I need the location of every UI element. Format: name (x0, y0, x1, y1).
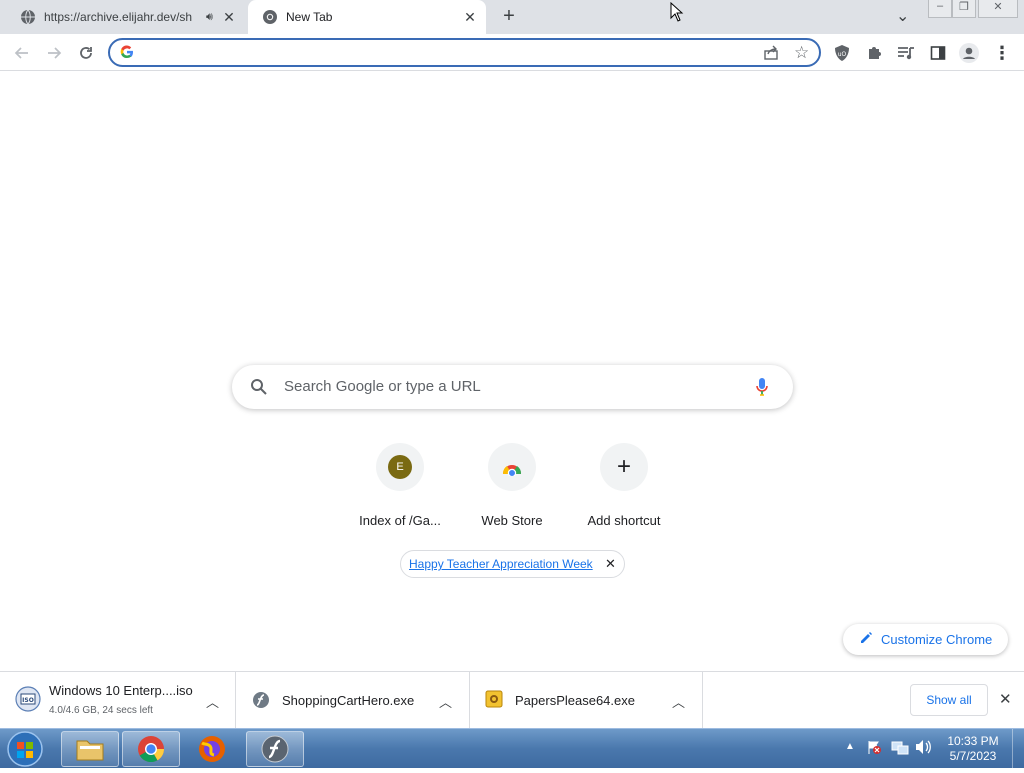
search-placeholder: Search Google or type a URL (284, 378, 481, 395)
firefox-icon (199, 736, 225, 762)
close-tab-icon[interactable]: ✕ (221, 9, 237, 26)
search-icon (250, 378, 268, 401)
download-status: 4.0/4.6 GB, 24 secs left (49, 705, 153, 716)
taskbar: ▲ 10:33 PM 5/7/2023 (0, 728, 1024, 769)
chevron-up-icon[interactable]: ︿ (439, 692, 452, 711)
reload-icon (80, 47, 92, 59)
shortcut-tile[interactable]: Web Store (456, 443, 568, 533)
mouse-cursor-icon (670, 1, 684, 27)
flash-icon (252, 691, 270, 714)
extensions-puzzle-icon[interactable] (863, 42, 885, 64)
add-shortcut-tile[interactable]: + Add shortcut (568, 443, 680, 533)
download-item[interactable]: ShoppingCartHero.exe ︿ (236, 672, 470, 729)
tab-strip: https://archive.elijahr.dev/sh 🔊︎ ✕ New … (0, 0, 1024, 34)
add-icon: + (600, 443, 648, 491)
shortcut-label: Web Store (481, 513, 543, 528)
tab-title: https://archive.elijahr.dev/sh (44, 10, 193, 24)
explorer-taskbar-button[interactable] (61, 731, 119, 767)
toolbar: ☆ uO ⋮ (0, 34, 1024, 71)
promo-link[interactable]: Happy Teacher Appreciation Week (409, 557, 593, 571)
minimize-button[interactable]: – (928, 0, 952, 18)
globe-icon (20, 9, 36, 25)
back-button[interactable] (11, 42, 33, 64)
system-clock[interactable]: 10:33 PM 5/7/2023 (942, 734, 1004, 764)
promo-chip: Happy Teacher Appreciation Week ✕ (400, 550, 625, 578)
game-icon (485, 690, 503, 713)
tab-new-tab[interactable]: New Tab ✕ (248, 0, 486, 34)
restore-button[interactable]: ❐ (952, 0, 976, 18)
share-icon[interactable] (762, 44, 780, 67)
reload-button[interactable] (75, 42, 97, 64)
chrome-logo-icon (138, 736, 165, 763)
download-item[interactable]: PapersPlease64.exe ︿ (470, 672, 703, 729)
flash-player-icon (261, 735, 289, 763)
chevron-up-icon[interactable]: ︿ (206, 692, 219, 711)
voice-search-mic-icon[interactable] (755, 377, 769, 402)
disc-image-icon: ISO (15, 686, 41, 717)
pencil-icon (859, 631, 873, 648)
close-window-button[interactable]: ✕ (978, 0, 1018, 18)
new-tab-button[interactable]: + (498, 6, 520, 28)
close-tab-icon[interactable]: ✕ (462, 9, 478, 26)
shortcut-label: Index of /Ga... (359, 513, 441, 528)
download-filename: ShoppingCartHero.exe (282, 693, 415, 708)
svg-text:ISO: ISO (22, 697, 34, 704)
download-filename: Windows 10 Enterp....iso (49, 683, 193, 698)
google-g-icon (120, 45, 134, 64)
action-center-flag-icon[interactable] (866, 739, 882, 760)
forward-button[interactable] (43, 42, 65, 64)
firefox-taskbar-button[interactable] (183, 731, 241, 767)
chrome-taskbar-button[interactable] (122, 731, 180, 767)
volume-icon[interactable] (914, 739, 932, 760)
start-orb-icon[interactable] (6, 730, 44, 773)
tab-archive[interactable]: https://archive.elijahr.dev/sh 🔊︎ ✕ (6, 0, 246, 34)
tab-title: New Tab (286, 10, 333, 24)
clock-date: 5/7/2023 (949, 749, 997, 763)
side-panel-icon[interactable] (927, 42, 949, 64)
customize-chrome-button[interactable]: Customize Chrome (843, 624, 1008, 655)
network-icon[interactable] (891, 739, 909, 760)
chevron-up-icon[interactable]: ︿ (672, 692, 685, 711)
close-shelf-icon[interactable]: ✕ (999, 690, 1012, 708)
show-all-button[interactable]: Show all (910, 684, 988, 716)
clock-time: 10:33 PM (947, 734, 999, 748)
forward-arrow-icon (48, 47, 62, 59)
letter-avatar-icon: E (388, 455, 412, 479)
download-item[interactable]: ISO Windows 10 Enterp....iso 4.0/4.6 GB,… (0, 672, 236, 729)
web-store-icon (502, 465, 522, 476)
profile-avatar-icon[interactable] (958, 42, 980, 64)
svg-text:uO: uO (838, 51, 847, 58)
chrome-icon (262, 9, 278, 25)
back-arrow-icon (14, 47, 28, 59)
downloads-shelf: ISO Windows 10 Enterp....iso 4.0/4.6 GB,… (0, 671, 1024, 729)
flash-player-taskbar-button[interactable] (246, 731, 304, 767)
bookmark-star-icon[interactable]: ☆ (794, 43, 809, 63)
ntp-search-box[interactable]: Search Google or type a URL (232, 365, 793, 409)
tab-search-icon[interactable]: ⌄ (896, 6, 909, 26)
avatar-letter: E (396, 461, 404, 473)
speaker-icon[interactable]: 🔊︎ (206, 11, 213, 24)
download-filename: PapersPlease64.exe (515, 693, 635, 708)
ublock-extension-icon[interactable]: uO (831, 42, 853, 64)
customize-label: Customize Chrome (881, 632, 993, 647)
show-desktop-button[interactable] (1012, 729, 1024, 769)
shortcut-favicon: E (376, 443, 424, 491)
show-hidden-icons[interactable]: ▲ (845, 741, 855, 752)
chrome-menu-icon[interactable]: ⋮ (991, 42, 1013, 64)
media-controls-icon[interactable] (895, 42, 917, 64)
shortcut-tile[interactable]: E Index of /Ga... (344, 443, 456, 533)
address-bar[interactable]: ☆ (108, 38, 821, 67)
shortcut-favicon (488, 443, 536, 491)
folder-icon (76, 740, 104, 761)
plus-glyph: + (616, 453, 631, 480)
shortcut-label: Add shortcut (587, 513, 661, 528)
close-promo-icon[interactable]: ✕ (605, 556, 616, 572)
